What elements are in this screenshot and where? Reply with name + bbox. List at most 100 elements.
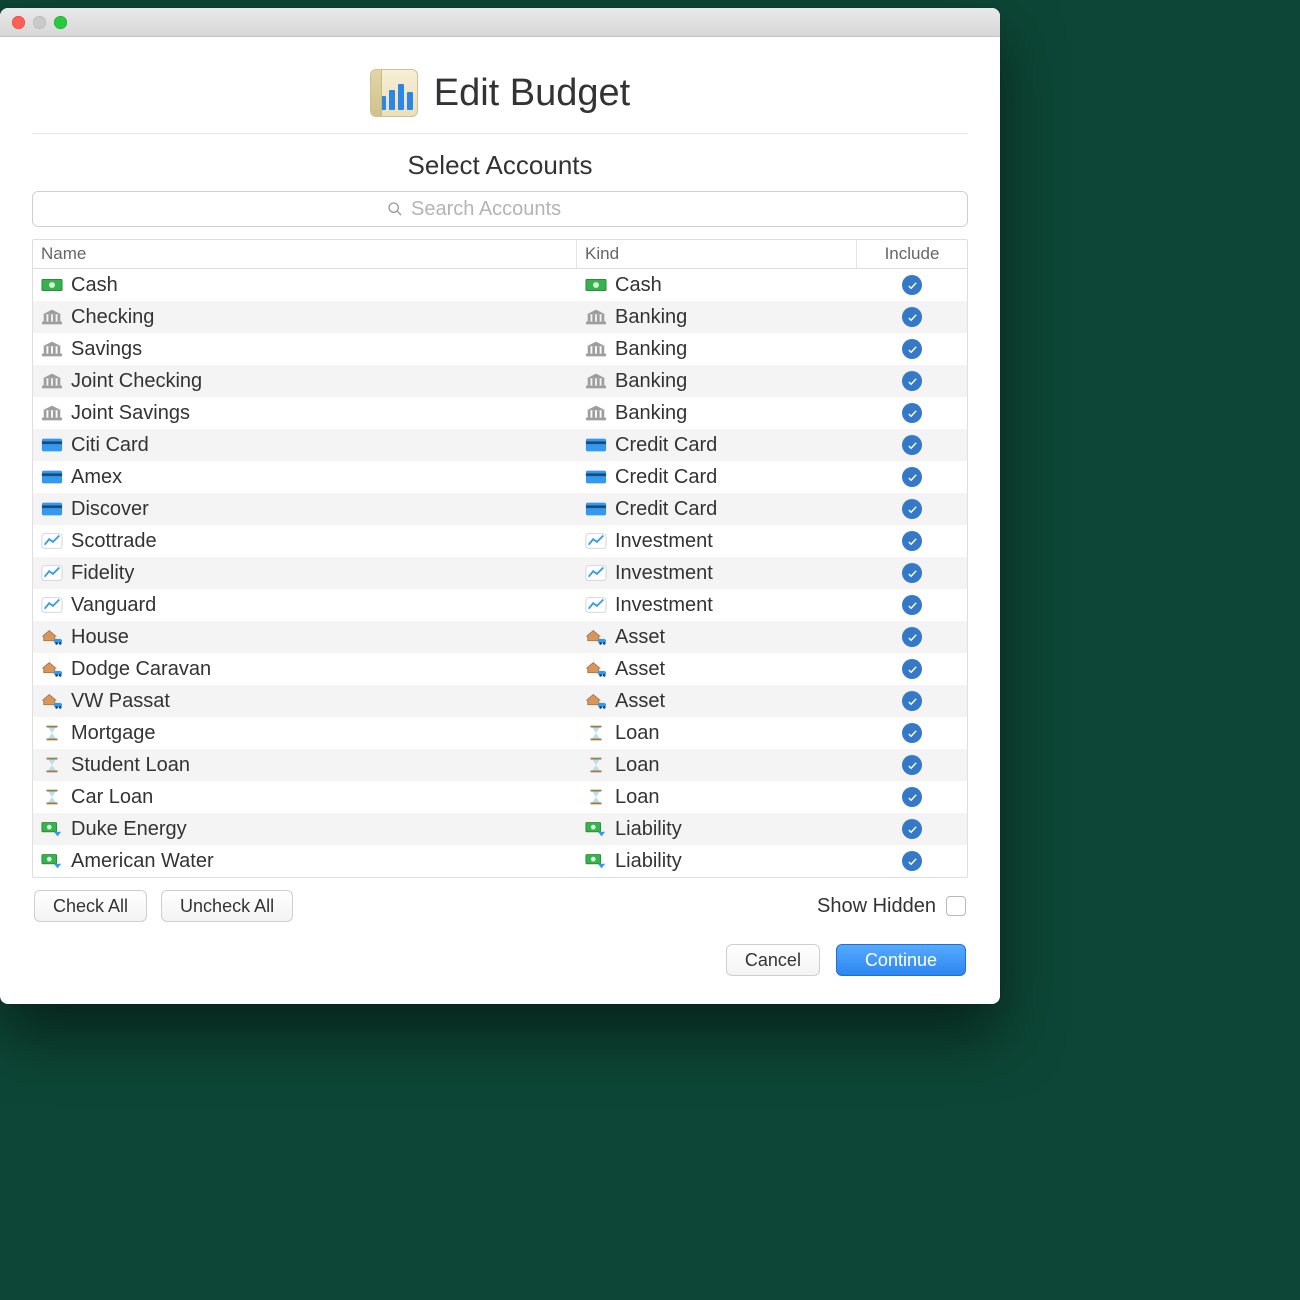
table-row[interactable]: Joint CheckingBanking (33, 365, 967, 397)
card-icon (585, 468, 607, 486)
cell-kind: Investment (577, 525, 857, 557)
invest-icon (41, 596, 63, 614)
show-hidden-checkbox[interactable] (946, 896, 966, 916)
show-hidden-label: Show Hidden (817, 895, 936, 918)
cell-include (857, 429, 967, 461)
table-row[interactable]: AmexCredit Card (33, 461, 967, 493)
cell-name: Scottrade (33, 525, 577, 557)
cancel-button[interactable]: Cancel (726, 944, 820, 976)
column-kind[interactable]: Kind (577, 240, 857, 268)
cell-include (857, 717, 967, 749)
table-row[interactable]: VanguardInvestment (33, 589, 967, 621)
uncheck-all-button[interactable]: Uncheck All (161, 890, 293, 922)
cell-kind: Liability (577, 813, 857, 845)
cash-icon (585, 276, 607, 294)
include-checkbox[interactable] (902, 595, 922, 615)
include-checkbox[interactable] (902, 371, 922, 391)
account-kind: Asset (615, 690, 665, 713)
table-row[interactable]: Duke Energy Liability (33, 813, 967, 845)
account-kind: Credit Card (615, 466, 717, 489)
column-name[interactable]: Name (33, 240, 577, 268)
show-hidden-option[interactable]: Show Hidden (817, 895, 966, 918)
account-kind: Credit Card (615, 498, 717, 521)
account-name: Car Loan (71, 786, 153, 809)
cell-name: Student Loan (33, 749, 577, 781)
cell-name: Savings (33, 333, 577, 365)
include-checkbox[interactable] (902, 339, 922, 359)
cell-include (857, 781, 967, 813)
include-checkbox[interactable] (902, 755, 922, 775)
continue-button[interactable]: Continue (836, 944, 966, 976)
table-row[interactable]: Citi CardCredit Card (33, 429, 967, 461)
column-include[interactable]: Include (857, 240, 967, 268)
include-checkbox[interactable] (902, 659, 922, 679)
table-row[interactable]: VW Passat Asset (33, 685, 967, 717)
cell-include (857, 525, 967, 557)
include-checkbox[interactable] (902, 691, 922, 711)
cell-kind: Credit Card (577, 461, 857, 493)
bank-icon (41, 308, 63, 326)
check-all-button[interactable]: Check All (34, 890, 147, 922)
include-checkbox[interactable] (902, 531, 922, 551)
include-checkbox[interactable] (902, 563, 922, 583)
table-row[interactable]: Car Loan Loan (33, 781, 967, 813)
cell-kind: Asset (577, 621, 857, 653)
account-name: Savings (71, 338, 142, 361)
bank-icon (585, 372, 607, 390)
include-checkbox[interactable] (902, 307, 922, 327)
account-kind: Investment (615, 530, 713, 553)
cell-kind: Loan (577, 781, 857, 813)
cell-name: Duke Energy (33, 813, 577, 845)
loan-icon (41, 756, 63, 774)
account-kind: Liability (615, 850, 682, 873)
account-kind: Investment (615, 594, 713, 617)
include-checkbox[interactable] (902, 275, 922, 295)
include-checkbox[interactable] (902, 851, 922, 871)
table-row[interactable]: Dodge CaravanAsset (33, 653, 967, 685)
cell-include (857, 845, 967, 877)
table-row[interactable]: CashCash (33, 269, 967, 301)
cell-kind: Banking (577, 333, 857, 365)
table-row[interactable]: Scottrade Investment (33, 525, 967, 557)
cell-include (857, 749, 967, 781)
table-row[interactable]: FidelityInvestment (33, 557, 967, 589)
table-row[interactable]: Joint SavingsBanking (33, 397, 967, 429)
cell-kind: Asset (577, 653, 857, 685)
account-name: Mortgage (71, 722, 156, 745)
table-row[interactable]: DiscoverCredit Card (33, 493, 967, 525)
dialog-content: Edit Budget Select Accounts Name Kind In… (0, 37, 1000, 1004)
table-row[interactable]: American Water Liability (33, 845, 967, 877)
invest-icon (585, 564, 607, 582)
table-row[interactable]: Savings Banking (33, 333, 967, 365)
invest-icon (41, 532, 63, 550)
card-icon (585, 500, 607, 518)
include-checkbox[interactable] (902, 467, 922, 487)
include-checkbox[interactable] (902, 819, 922, 839)
table-row[interactable]: CheckingBanking (33, 301, 967, 333)
window-minimize-button[interactable] (33, 16, 46, 29)
include-checkbox[interactable] (902, 499, 922, 519)
cell-name: House (33, 621, 577, 653)
search-field[interactable] (32, 191, 968, 227)
cell-kind: Credit Card (577, 429, 857, 461)
asset-icon (41, 628, 63, 646)
include-checkbox[interactable] (902, 787, 922, 807)
search-input[interactable] (409, 197, 613, 222)
cell-name: Joint Checking (33, 365, 577, 397)
table-row[interactable]: HouseAsset (33, 621, 967, 653)
cell-kind: Loan (577, 717, 857, 749)
table-row[interactable]: Student LoanLoan (33, 749, 967, 781)
account-name: Duke Energy (71, 818, 187, 841)
account-name: Fidelity (71, 562, 134, 585)
cell-name: VW Passat (33, 685, 577, 717)
include-checkbox[interactable] (902, 435, 922, 455)
account-kind: Loan (615, 722, 660, 745)
window-zoom-button[interactable] (54, 16, 67, 29)
window-close-button[interactable] (12, 16, 25, 29)
include-checkbox[interactable] (902, 723, 922, 743)
cell-name: American Water (33, 845, 577, 877)
include-checkbox[interactable] (902, 403, 922, 423)
include-checkbox[interactable] (902, 627, 922, 647)
table-row[interactable]: Mortgage Loan (33, 717, 967, 749)
accounts-table: Name Kind Include CashCashCheckingBankin… (32, 239, 968, 878)
